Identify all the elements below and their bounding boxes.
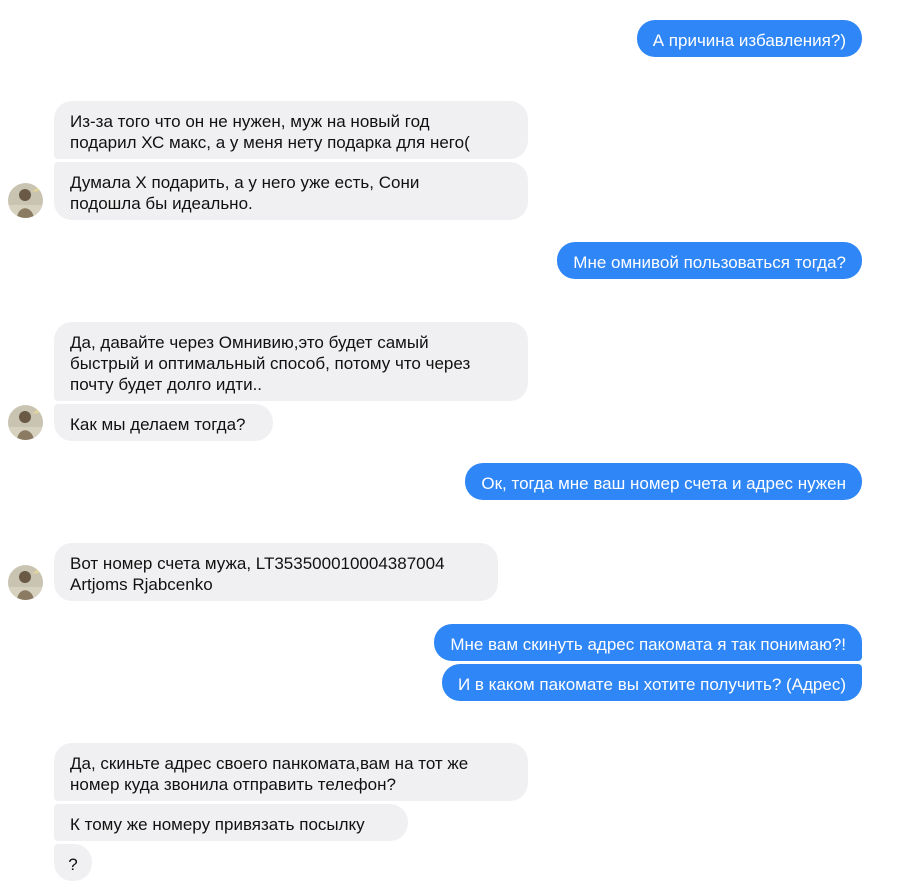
contact-avatar[interactable] (8, 405, 43, 440)
contact-avatar[interactable] (8, 565, 43, 600)
outgoing-message[interactable]: А причина избавления?) (636, 20, 862, 57)
contact-avatar-icon (8, 405, 43, 440)
outgoing-message[interactable]: Ок, тогда мне ваш номер счета и адрес ну… (465, 463, 862, 500)
contact-avatar-icon (8, 183, 43, 218)
outgoing-message[interactable]: И в каком пакомате вы хотите получить? (… (441, 664, 862, 701)
contact-avatar[interactable] (8, 183, 43, 218)
incoming-message[interactable]: Да, давайте через Омнивию,это будет самы… (54, 322, 528, 401)
incoming-message[interactable]: Из-за того что он не нужен, муж на новый… (54, 101, 528, 159)
contact-avatar-icon (8, 565, 43, 600)
incoming-message[interactable]: Думала Х подарить, а у него уже есть, Со… (54, 162, 528, 220)
incoming-message[interactable]: К тому же номеру привязать посылку (54, 804, 408, 841)
incoming-message[interactable]: ? (54, 844, 92, 881)
outgoing-message[interactable]: Мне омнивой пользоваться тогда? (557, 242, 862, 279)
incoming-message[interactable]: Вот номер счета мужа, LT3535000100043870… (54, 543, 498, 601)
incoming-message[interactable]: Да, скиньте адрес своего панкомата,вам н… (54, 743, 528, 801)
incoming-message[interactable]: Как мы делаем тогда? (54, 404, 273, 441)
outgoing-message[interactable]: Мне вам скинуть адрес пакомата я так пон… (434, 624, 862, 661)
